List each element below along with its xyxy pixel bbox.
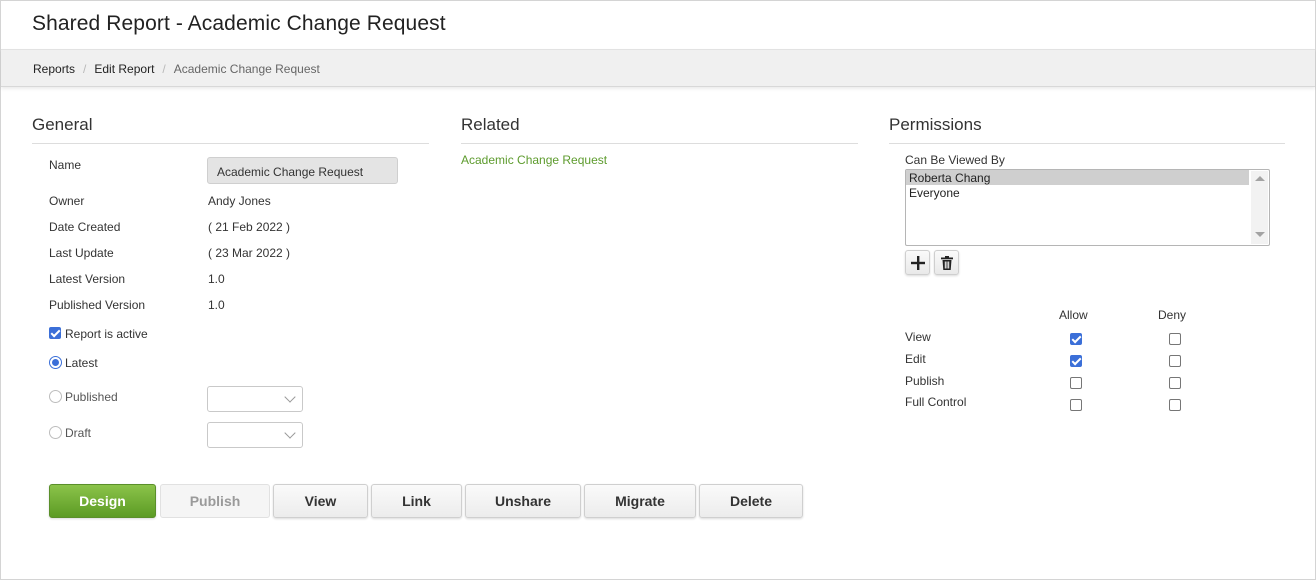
trash-icon xyxy=(941,256,953,270)
perm-view-label: View xyxy=(905,330,931,344)
latest-version-value: 1.0 xyxy=(208,272,225,286)
unshare-button[interactable]: Unshare xyxy=(465,484,581,518)
version-draft-label: Draft xyxy=(65,426,92,440)
breadcrumb: Reports / Edit Report / Academic Change Requ… xyxy=(33,62,320,76)
chevron-down-icon xyxy=(284,427,296,439)
delete-button[interactable]: Delete xyxy=(699,484,803,518)
owner-value: Andy Jones xyxy=(208,194,271,208)
breadcrumb-current: Academic Change Request xyxy=(173,62,320,76)
viewers-label: Can Be Viewed By xyxy=(905,153,1005,167)
full-control-allow-checkbox[interactable] xyxy=(1070,399,1082,411)
owner-label: Owner xyxy=(49,194,85,208)
breadcrumb-edit-report[interactable]: Edit Report xyxy=(94,62,154,76)
breadcrumb-separator: / xyxy=(83,62,87,76)
title-bar: Shared Report - Academic Change Request xyxy=(1,1,1315,48)
breadcrumb-separator: / xyxy=(162,62,166,76)
publish-deny-checkbox[interactable] xyxy=(1169,377,1181,389)
publish-allow-checkbox[interactable] xyxy=(1070,377,1082,389)
last-update-label: Last Update xyxy=(49,246,114,260)
migrate-button[interactable]: Migrate xyxy=(584,484,696,518)
related-heading: Related xyxy=(461,115,858,144)
view-deny-checkbox[interactable] xyxy=(1169,333,1181,345)
viewers-listbox[interactable]: Roberta Chang Everyone xyxy=(905,169,1270,246)
scroll-up-icon[interactable] xyxy=(1255,176,1265,181)
report-active-label: Report is active xyxy=(65,327,148,341)
deny-column-header: Deny xyxy=(1158,308,1187,322)
permissions-heading: Permissions xyxy=(889,115,1285,144)
report-active-checkbox[interactable] xyxy=(49,327,61,339)
version-published-radio[interactable] xyxy=(49,390,62,403)
breadcrumb-bar: Reports / Edit Report / Academic Change Requ… xyxy=(1,49,1315,87)
listbox-scrollbar[interactable] xyxy=(1251,171,1268,244)
version-draft-radio[interactable] xyxy=(49,426,62,439)
design-button[interactable]: Design xyxy=(49,484,156,518)
version-latest-radio[interactable] xyxy=(49,356,62,369)
date-created-value: ( 21 Feb 2022 ) xyxy=(208,220,291,234)
published-version-label: Published Version xyxy=(49,298,146,312)
name-label: Name xyxy=(49,158,82,172)
publish-button[interactable]: Publish xyxy=(160,484,270,518)
view-button[interactable]: View xyxy=(273,484,368,518)
full-control-deny-checkbox[interactable] xyxy=(1169,399,1181,411)
last-update-value: ( 23 Mar 2022 ) xyxy=(208,246,291,260)
date-created-label: Date Created xyxy=(49,220,121,234)
name-field[interactable]: Academic Change Request xyxy=(207,157,398,184)
version-published-label: Published xyxy=(65,390,118,404)
breadcrumb-reports[interactable]: Reports xyxy=(33,62,75,76)
related-report-link[interactable]: Academic Change Request xyxy=(461,153,607,167)
viewer-option[interactable]: Roberta Chang xyxy=(906,170,1249,185)
remove-viewer-button[interactable] xyxy=(934,250,959,275)
perm-edit-label: Edit xyxy=(905,352,926,366)
perm-publish-label: Publish xyxy=(905,374,945,388)
view-allow-checkbox[interactable] xyxy=(1070,333,1082,345)
allow-column-header: Allow xyxy=(1059,308,1088,322)
edit-deny-checkbox[interactable] xyxy=(1169,355,1181,367)
general-heading: General xyxy=(32,115,429,144)
published-version-select[interactable] xyxy=(207,386,303,412)
page-title: Shared Report - Academic Change Request xyxy=(32,12,446,35)
perm-full-control-label: Full Control xyxy=(905,395,967,409)
add-viewer-button[interactable] xyxy=(905,250,930,275)
plus-icon xyxy=(911,256,925,270)
report-page: Shared Report - Academic Change Request … xyxy=(0,0,1316,580)
version-latest-label: Latest xyxy=(65,356,98,370)
chevron-down-icon xyxy=(284,391,296,403)
viewer-option[interactable]: Everyone xyxy=(906,185,1269,200)
link-button[interactable]: Link xyxy=(371,484,462,518)
edit-allow-checkbox[interactable] xyxy=(1070,355,1082,367)
latest-version-label: Latest Version xyxy=(49,272,126,286)
draft-version-select[interactable] xyxy=(207,422,303,448)
published-version-value: 1.0 xyxy=(208,298,225,312)
scroll-down-icon[interactable] xyxy=(1255,232,1265,237)
